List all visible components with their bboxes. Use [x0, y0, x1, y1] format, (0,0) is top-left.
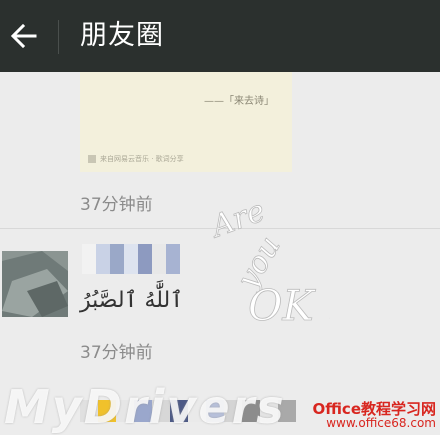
handwriting-watermark: Are you OK !	[204, 193, 330, 330]
mydrivers-logo-watermark: MyDrivers	[4, 380, 286, 434]
music-app-icon	[88, 155, 96, 163]
back-button[interactable]	[4, 14, 44, 58]
svg-text:OK !: OK !	[248, 281, 330, 330]
avatar[interactable]	[2, 251, 68, 317]
card-quote-line: ——「来去诗」	[204, 96, 274, 107]
nickname-pixelated[interactable]	[82, 244, 180, 278]
top-bar: 朋友圈	[0, 0, 440, 72]
header-divider	[58, 20, 59, 54]
svg-text:you: you	[229, 230, 287, 296]
office-site-url: www.office68.com	[326, 416, 436, 430]
post-time: 37分钟前	[80, 343, 153, 363]
bottom-watermark-strip: MyDrivers Office教程学习网 www.office68.com	[0, 378, 440, 435]
post-time: 37分钟前	[80, 195, 153, 215]
svg-text:Are: Are	[204, 193, 269, 245]
avatar-image	[2, 251, 68, 317]
arrow-left-icon	[11, 24, 37, 48]
post-content: ٱللَّٰهُ ٱلصَّبُرُ	[80, 288, 184, 313]
card-source-text: 来自网易云音乐 · 歌词分享	[100, 155, 184, 163]
shared-lyrics-card[interactable]: ——「来去诗」 来自网易云音乐 · 歌词分享	[80, 72, 292, 172]
office-site-logo: Office教程学习网 www.office68.com	[286, 398, 436, 434]
card-source: 来自网易云音乐 · 歌词分享	[88, 154, 184, 164]
post-divider	[0, 228, 440, 229]
page-title: 朋友圈	[80, 20, 164, 51]
